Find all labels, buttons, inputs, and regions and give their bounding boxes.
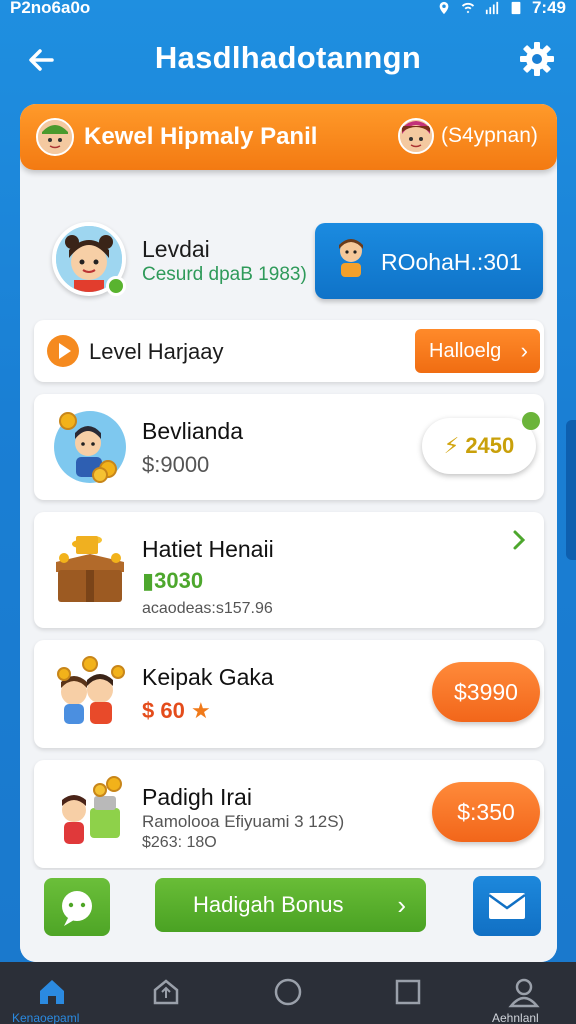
reward-sub: $263: 18O <box>142 834 217 851</box>
reward-price-button[interactable]: $:350 <box>432 782 540 842</box>
reward-sub: acaodeas:s157.96 <box>142 600 273 617</box>
profile-row: Levdai Cesurd dpaB 1983) ROohaH.:301 <box>20 216 557 306</box>
check-icon <box>522 412 540 430</box>
banner-right-text: (S4ypnan) <box>441 124 538 147</box>
page-title: Hasdlhadotanngn <box>154 40 422 75</box>
reward-price-button[interactable]: $3990 <box>432 662 540 722</box>
money-icon: ▮ <box>142 568 155 593</box>
level-row[interactable]: Level Harjaay Halloelg › <box>34 320 544 382</box>
profile-name: Levdai <box>142 236 210 262</box>
back-button[interactable] <box>22 40 62 80</box>
scroll-handle[interactable] <box>566 420 576 560</box>
boy-avatar-icon <box>38 120 72 154</box>
chat-icon <box>62 891 92 926</box>
level-row-label: Level Harjaay <box>89 339 224 364</box>
reward-value: $:9000 <box>142 452 210 477</box>
wifi-icon <box>461 2 475 14</box>
play-icon <box>47 335 79 367</box>
coin-icon: ⚡ <box>443 433 460 458</box>
reward-card[interactable]: Padigh Irai Ramolooa Efiyuami 3 12S) $26… <box>34 760 544 868</box>
banner-avatar-right <box>398 118 434 154</box>
nav-circle[interactable] <box>272 976 304 1008</box>
reward-sub: Ramolooa Efiyuami 3 12S) <box>142 812 345 831</box>
nav-home-label: Kenaoepaml <box>12 1011 80 1024</box>
chevron-right-icon[interactable] <box>510 528 528 552</box>
mail-button[interactable] <box>473 876 541 936</box>
status-bar: P2no6a0o 7:49 <box>0 0 576 22</box>
bottom-actions: Hadigah Bonus › <box>20 870 557 962</box>
banner-title: Kewel Hipmaly Panil <box>84 123 318 150</box>
reward-title: Keipak Gaka <box>142 664 274 690</box>
nav-house[interactable] <box>150 976 182 1008</box>
nav-home[interactable] <box>36 976 68 1008</box>
status-right: 7:49 <box>436 0 566 18</box>
profile-subtitle: Cesurd dpaB 1983) <box>142 264 307 285</box>
nav-profile-label: Aehnlanl <box>492 1011 539 1024</box>
reward-card[interactable]: Keipak Gaka $ 60 ★ $3990 <box>34 640 544 748</box>
coin-badge-button[interactable]: ⚡ 2450 <box>422 412 540 474</box>
signal-icon <box>485 1 499 15</box>
reward-value: $ 60 ★ <box>142 698 211 723</box>
points-label: ROohaH.:301 <box>381 249 522 275</box>
level-row-button-label: Halloelg <box>429 340 502 362</box>
bonus-button[interactable]: Hadigah Bonus › <box>155 878 426 932</box>
nav-profile[interactable] <box>508 976 540 1008</box>
reward-card[interactable]: Hatiet Henaii ▮3030 acaodeas:s157.96 <box>34 512 544 628</box>
status-carrier: P2no6a0o <box>10 0 91 17</box>
nav-square[interactable] <box>392 976 424 1008</box>
kids-coins-icon <box>57 656 125 724</box>
status-time: 7:49 <box>531 0 566 17</box>
square-icon <box>395 979 421 1005</box>
bottom-nav: Kenaoepaml Aehnlanl <box>0 962 576 1024</box>
coin-badge-value: 2450 <box>465 433 515 458</box>
star-icon: ★ <box>190 698 211 723</box>
location-icon <box>439 1 449 15</box>
chevron-right-icon: › <box>397 890 406 920</box>
reward-card[interactable]: Bevlianda $:9000 ⚡ 2450 <box>34 394 544 500</box>
points-button[interactable]: ROohaH.:301 <box>315 223 543 299</box>
reward-title: Padigh Irai <box>142 784 252 810</box>
person-icon <box>508 978 540 1008</box>
reward-value: ▮3030 <box>142 568 204 593</box>
house-outline-icon <box>153 979 179 1005</box>
banner-avatar-left <box>36 118 74 156</box>
gear-icon <box>520 42 554 76</box>
kid-coins-icon <box>54 411 126 483</box>
battery-icon <box>511 1 521 15</box>
bonus-button-label: Hadigah Bonus <box>193 892 344 917</box>
girl-avatar-icon <box>400 120 432 152</box>
settings-button[interactable] <box>516 38 558 80</box>
chevron-right-icon: › <box>520 338 528 363</box>
level-row-button[interactable]: Halloelg › <box>415 329 540 373</box>
mail-icon <box>488 893 526 919</box>
online-status-icon <box>106 276 126 296</box>
main-card: Kewel Hipmaly Panil (S4ypnan) Levdai Ces… <box>20 104 557 962</box>
home-icon <box>40 980 64 1004</box>
level-banner[interactable]: Kewel Hipmaly Panil (S4ypnan) <box>20 104 557 170</box>
chat-button[interactable] <box>44 878 110 936</box>
reward-title: Hatiet Henaii <box>142 536 274 562</box>
reward-title: Bevlianda <box>142 418 244 444</box>
arrow-left-icon <box>29 49 54 71</box>
treasure-box-icon <box>56 536 124 602</box>
girl-money-icon <box>62 776 122 844</box>
app-header: Hasdlhadotanngn <box>0 30 576 90</box>
circle-icon <box>274 978 302 1006</box>
boy-avatar-icon <box>339 239 363 277</box>
